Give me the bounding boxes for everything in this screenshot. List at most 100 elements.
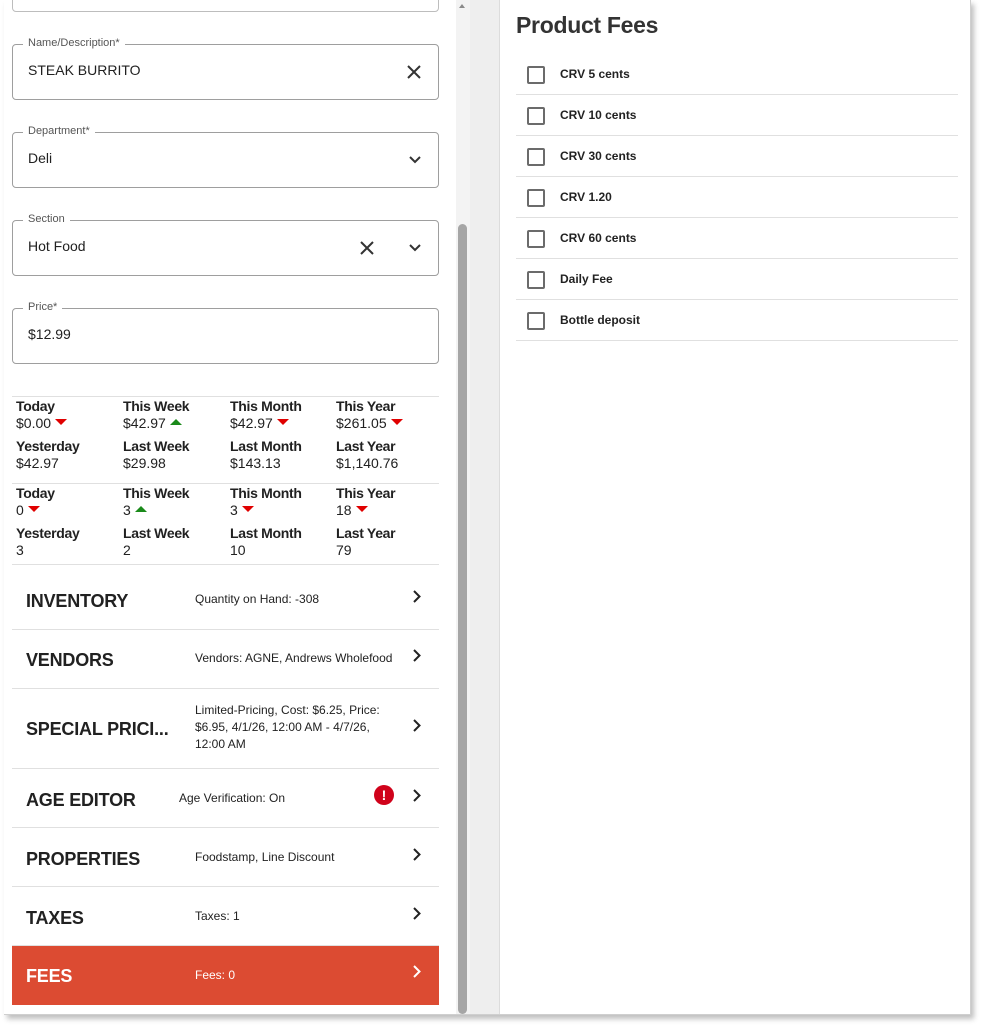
- sales-stat-value-text: $143.13: [230, 455, 281, 471]
- quantity-stat-cell: Today 0: [16, 485, 123, 518]
- chevron-right-icon[interactable]: [413, 907, 421, 920]
- chevron-down-icon[interactable]: [409, 244, 421, 252]
- fee-checkbox[interactable]: [527, 66, 545, 84]
- close-icon[interactable]: [407, 65, 421, 79]
- fee-option-row[interactable]: Bottle deposit: [516, 300, 958, 341]
- special-pricing-row[interactable]: SPECIAL PRICI... Limited-Pricing, Cost: …: [12, 689, 439, 769]
- fee-checkbox[interactable]: [527, 148, 545, 166]
- department-label: Department*: [23, 125, 95, 137]
- previous-field-edge: [12, 0, 439, 12]
- fee-label: CRV 60 cents: [560, 231, 637, 245]
- triangle-up-icon: [134, 506, 147, 512]
- window-frame: Name/Description* STEAK BURRITO Departme…: [0, 0, 981, 1026]
- sales-stat-header: Last Year: [336, 438, 396, 454]
- quantity-stat-cell: This Year 18: [336, 485, 443, 518]
- quantity-stat-value: 3: [123, 502, 230, 518]
- quantity-stat-header: Last Week: [123, 525, 190, 541]
- fee-option-row[interactable]: CRV 30 cents: [516, 136, 958, 177]
- quantity-stat-value: 0: [16, 502, 123, 518]
- chevron-right-icon[interactable]: [413, 848, 421, 861]
- fee-option-row[interactable]: CRV 5 cents: [516, 54, 958, 95]
- quantity-stat-header: Today: [16, 485, 55, 501]
- price-field[interactable]: Price* $12.99: [12, 301, 439, 364]
- taxes-row[interactable]: TAXES Taxes: 1: [12, 887, 439, 946]
- properties-summary: Foodstamp, Line Discount: [195, 850, 335, 864]
- panel-divider: [470, 0, 500, 1014]
- properties-row[interactable]: PROPERTIES Foodstamp, Line Discount: [12, 828, 439, 887]
- fees-row[interactable]: FEES Fees: 0: [12, 946, 439, 1005]
- fee-option-row[interactable]: CRV 1.20: [516, 177, 958, 218]
- quantity-stat-header: This Month: [230, 485, 302, 501]
- item-detail-panel: Name/Description* STEAK BURRITO Departme…: [4, 0, 456, 1014]
- fee-checkbox[interactable]: [527, 189, 545, 207]
- section-label: Section: [23, 213, 70, 225]
- triangle-down-icon: [355, 506, 368, 512]
- sales-stat-header: This Year: [336, 398, 396, 414]
- inventory-title: INVENTORY: [26, 591, 129, 611]
- sales-stat-value-text: $42.97: [123, 415, 166, 431]
- divider: [12, 396, 439, 397]
- sales-stat-header: Last Week: [123, 438, 190, 454]
- quantity-stat-cell: This Month 3: [230, 485, 337, 518]
- chevron-right-icon[interactable]: [413, 649, 421, 662]
- alert-icon: !: [374, 785, 394, 805]
- triangle-down-icon: [276, 419, 289, 425]
- sales-stat-value: $1,140.76: [336, 455, 443, 471]
- quantity-stat-value-text: 79: [336, 542, 352, 558]
- scrollbar-thumb[interactable]: [458, 224, 467, 1014]
- quantity-stat-cell: Last Month 10: [230, 525, 337, 558]
- fee-label: Bottle deposit: [560, 313, 640, 327]
- chevron-right-icon[interactable]: [413, 590, 421, 603]
- fee-option-row[interactable]: CRV 60 cents: [516, 218, 958, 259]
- quantity-stat-value-text: 10: [230, 542, 246, 558]
- fee-checkbox[interactable]: [527, 230, 545, 248]
- fee-label: Daily Fee: [560, 272, 613, 286]
- product-fees-title: Product Fees: [516, 12, 659, 38]
- sales-stat-header: This Month: [230, 398, 302, 414]
- sales-stat-cell: Today $0.00: [16, 398, 123, 431]
- product-fees-panel: Product Fees CRV 5 cents CRV 10 cents CRV …: [500, 0, 970, 1014]
- sales-stat-header: Last Month: [230, 438, 302, 454]
- chevron-right-icon[interactable]: [413, 965, 421, 978]
- sales-stat-value: $29.98: [123, 455, 230, 471]
- quantity-stat-value-text: 2: [123, 542, 131, 558]
- quantity-stat-value-text: 3: [230, 502, 238, 518]
- quantity-stat-value: 10: [230, 542, 337, 558]
- inventory-row[interactable]: INVENTORY Quantity on Hand: -308: [12, 565, 439, 630]
- taxes-title: TAXES: [26, 908, 84, 928]
- sales-stat-value-text: $42.97: [16, 455, 59, 471]
- sales-stat-cell: This Week $42.97: [123, 398, 230, 431]
- sales-stat-value: $143.13: [230, 455, 337, 471]
- sales-stat-value-text: $29.98: [123, 455, 166, 471]
- fee-option-row[interactable]: Daily Fee: [516, 259, 958, 300]
- fee-checkbox[interactable]: [527, 312, 545, 330]
- sales-stat-cell: Last Year $1,140.76: [336, 438, 443, 471]
- chevron-down-icon[interactable]: [409, 156, 421, 164]
- close-icon[interactable]: [360, 241, 374, 255]
- divider: [12, 483, 439, 484]
- section-value: Hot Food: [28, 238, 86, 254]
- fee-label: CRV 30 cents: [560, 149, 637, 163]
- chevron-right-icon[interactable]: [413, 719, 421, 732]
- scroll-up-arrow-icon[interactable]: [459, 4, 465, 8]
- fees-summary: Fees: 0: [195, 968, 236, 982]
- quantity-stat-header: Last Year: [336, 525, 396, 541]
- quantity-stat-value-text: 3: [123, 502, 131, 518]
- triangle-down-icon: [241, 506, 254, 512]
- chevron-right-icon[interactable]: [413, 789, 421, 802]
- department-field[interactable]: Department* Deli: [12, 125, 439, 188]
- fee-option-row[interactable]: CRV 10 cents: [516, 95, 958, 136]
- fee-checkbox[interactable]: [527, 107, 545, 125]
- name-description-field[interactable]: Name/Description* STEAK BURRITO: [12, 37, 439, 100]
- special-pricing-title: SPECIAL PRICI...: [26, 719, 169, 739]
- fee-checkbox[interactable]: [527, 271, 545, 289]
- department-value: Deli: [28, 150, 53, 166]
- vendors-title: VENDORS: [26, 650, 114, 670]
- vendors-summary: Vendors: AGNE, Andrews Wholefood: [195, 651, 393, 665]
- quantity-stat-header: Yesterday: [16, 525, 80, 541]
- age-editor-row[interactable]: AGE EDITOR Age Verification: On !: [12, 769, 439, 828]
- sales-stat-cell: Last Week $29.98: [123, 438, 230, 471]
- sales-stat-value: $42.97: [230, 415, 337, 431]
- vendors-row[interactable]: VENDORS Vendors: AGNE, Andrews Wholefood: [12, 630, 439, 689]
- section-field[interactable]: Section Hot Food: [12, 213, 439, 276]
